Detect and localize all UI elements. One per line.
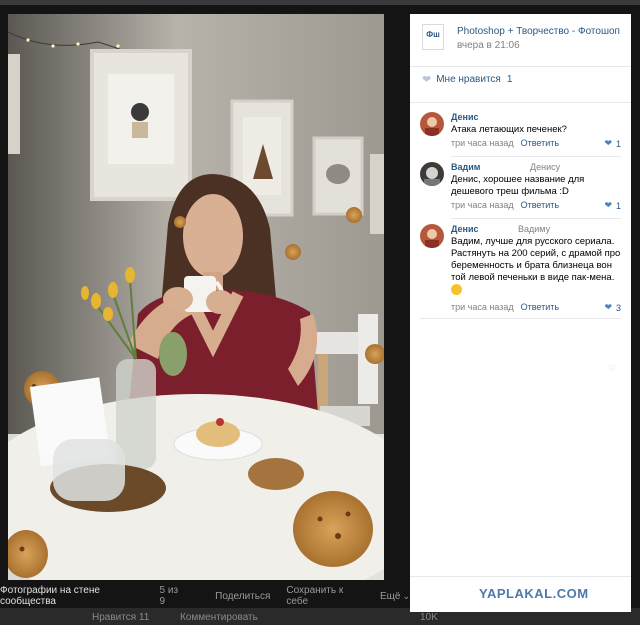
photo-bottom-bar: Фотографии на стене сообщества 5 из 9 По… xyxy=(0,584,410,608)
divider xyxy=(420,318,621,319)
comment-like-count: 3 xyxy=(615,302,621,313)
heart-icon[interactable]: ♡ xyxy=(608,363,616,374)
photo-illustration xyxy=(8,14,384,580)
heart-icon: ❤ xyxy=(422,74,432,86)
divider xyxy=(410,66,631,67)
comment-like-button[interactable]: ❤ 1 xyxy=(604,138,621,149)
comment-meta: три часа назад Ответить xyxy=(451,302,559,312)
avatar-image xyxy=(420,162,444,186)
photo-counter: 5 из 9 xyxy=(159,585,179,607)
avatar-image xyxy=(420,112,444,136)
comment-text: Денис, хорошее название для дешевого тре… xyxy=(451,174,585,197)
divider xyxy=(451,218,621,219)
comment-author[interactable]: Вадим xyxy=(451,162,480,172)
reply-to-name[interactable]: Вадиму xyxy=(518,224,550,234)
comment-like-button[interactable]: ❤ 1 xyxy=(604,200,621,211)
comment-item: Денис Вадиму Вадим, лучше для русского с… xyxy=(410,224,631,316)
comment-time[interactable]: три часа назад xyxy=(451,200,514,210)
comment-meta: три часа назад Ответить xyxy=(451,138,559,148)
underlying-like-button[interactable]: Нравится 11 xyxy=(92,612,149,623)
heart-icon: ❤ xyxy=(604,302,612,312)
comment-like-count: 1 xyxy=(615,138,621,149)
group-name-link[interactable]: Photoshop + Творчество - Фотошоп xyxy=(457,26,620,37)
like-label: Мне нравится xyxy=(436,74,501,85)
comment-item: Денис Атака летающих печенек? три часа н… xyxy=(410,112,631,152)
comment-text: Вадим, лучше для русского сериала. Растя… xyxy=(451,236,621,296)
avatar[interactable] xyxy=(420,112,444,136)
comment-like-button[interactable]: ❤ 3 xyxy=(604,302,621,313)
heart-icon: ❤ xyxy=(604,138,612,148)
post-header: Фш Photoshop + Творчество - Фотошоп вчер… xyxy=(410,14,631,60)
like-count: 1 xyxy=(506,74,513,85)
more-button[interactable]: Ещё ⌄ xyxy=(380,591,410,602)
post-date[interactable]: вчера в 21:06 xyxy=(457,40,520,51)
watermark: YAPLAKAL.COM xyxy=(479,586,589,601)
album-title[interactable]: Фотографии на стене сообщества xyxy=(0,585,152,607)
share-button[interactable]: Поделиться xyxy=(215,591,270,602)
comment-meta: три часа назад Ответить xyxy=(451,200,559,210)
group-avatar[interactable]: Фш xyxy=(422,24,444,50)
comment-item: Вадим Денису Денис, хорошее название для… xyxy=(410,162,631,214)
divider xyxy=(451,156,621,157)
divider xyxy=(410,576,631,577)
smile-emoji-icon xyxy=(451,284,462,295)
comments-panel: Фш Photoshop + Творчество - Фотошоп вчер… xyxy=(410,14,631,612)
reply-button[interactable]: Ответить xyxy=(521,200,559,210)
reply-to-name[interactable]: Денису xyxy=(530,162,560,172)
post-like-button[interactable]: ❤ Мне нравится 1 xyxy=(422,73,512,86)
avatar[interactable] xyxy=(420,162,444,186)
underlying-views-count: 10K xyxy=(420,612,438,623)
more-label: Ещё xyxy=(379,590,401,602)
post-photo[interactable] xyxy=(8,14,384,580)
photo-viewer: Фотографии на стене сообщества 5 из 9 По… xyxy=(0,0,640,625)
comment-text-body: Вадим, лучше для русского сериала. Растя… xyxy=(451,236,621,283)
avatar-image xyxy=(420,224,444,248)
group-avatar-logo: Фш xyxy=(426,30,440,39)
top-strip xyxy=(0,0,640,5)
divider xyxy=(410,102,631,103)
comment-like-count: 1 xyxy=(615,200,621,211)
avatar[interactable] xyxy=(420,224,444,248)
reply-button[interactable]: Ответить xyxy=(521,138,559,148)
comment-time[interactable]: три часа назад xyxy=(451,302,514,312)
comment-author[interactable]: Денис xyxy=(451,224,479,234)
save-to-profile-button[interactable]: Сохранить к себе xyxy=(286,585,364,607)
comment-text: Атака летающих печенек? xyxy=(451,124,567,135)
underlying-comment-button[interactable]: Комментировать xyxy=(180,612,258,623)
underlying-post-actions: Нравится 11 Комментировать 10K xyxy=(0,612,640,625)
heart-icon: ❤ xyxy=(604,200,612,210)
comment-time[interactable]: три часа назад xyxy=(451,138,514,148)
reply-button[interactable]: Ответить xyxy=(521,302,559,312)
comment-author[interactable]: Денис xyxy=(451,112,479,122)
chevron-down-icon: ⌄ xyxy=(402,590,410,601)
